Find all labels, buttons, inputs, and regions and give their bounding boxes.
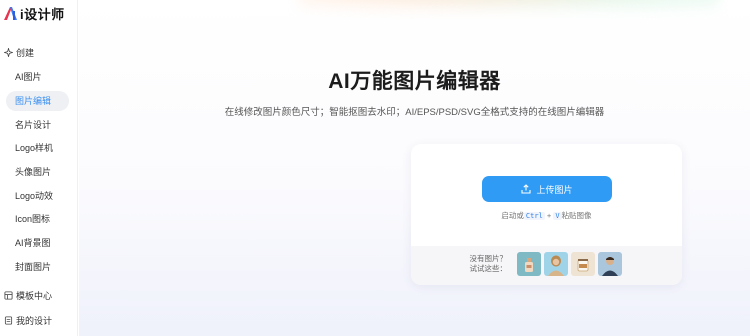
sample-image-woman bbox=[544, 252, 568, 276]
page-subtitle: 在线修改图片颜色尺寸；智能抠图去水印；AI/EPS/PSD/SVG全格式支持的在… bbox=[224, 107, 605, 118]
sample-image-man bbox=[598, 252, 622, 276]
paste-hint-prefix: 启动或 bbox=[501, 211, 524, 220]
sample-thumbnail-perfume[interactable] bbox=[517, 252, 541, 276]
create-section-header[interactable]: 创建 bbox=[4, 44, 34, 60]
logo[interactable]: i设计师 bbox=[3, 4, 65, 22]
my-designs-label: 我的设计 bbox=[16, 315, 53, 326]
sidebar-item-image-edit[interactable]: 图片编辑 bbox=[6, 91, 69, 111]
template-center-label: 模板中心 bbox=[16, 290, 53, 301]
sidebar-item-business-card[interactable]: 名片设计 bbox=[6, 115, 69, 135]
page-title: AI万能图片编辑器 bbox=[328, 70, 501, 93]
sidebar-item-avatar[interactable]: 头像图片 bbox=[6, 162, 69, 182]
samples-label-line2: 试试这些： bbox=[469, 264, 508, 273]
samples-label-line1: 没有图片？ bbox=[469, 254, 508, 263]
template-center-link[interactable]: 模板中心 bbox=[4, 287, 52, 303]
sidebar: i设计师 创建 AI图片 图片编辑 名片设计 Logo样机 头像图片 Logo动… bbox=[0, 0, 78, 336]
samples-label: 没有图片？ 试试这些： bbox=[449, 254, 508, 274]
sidebar-item-logo-mockup[interactable]: Logo样机 bbox=[6, 138, 69, 158]
sample-thumbnail-candle[interactable] bbox=[571, 252, 595, 276]
sidebar-item-logo-animation[interactable]: Logo动效 bbox=[6, 186, 69, 206]
sidebar-item-icon[interactable]: Icon图标 bbox=[6, 209, 69, 229]
upload-card: 上传图片 启动或 Ctrl + V 粘贴图像 没有图片？ 试试这些： bbox=[411, 144, 682, 285]
sample-thumbnail-man[interactable] bbox=[598, 252, 622, 276]
decorative-glow bbox=[299, 0, 719, 20]
paste-hint-suffix: 粘贴图像 bbox=[561, 211, 592, 220]
template-icon bbox=[4, 290, 13, 300]
brand-name: i设计师 bbox=[20, 6, 65, 22]
ctrl-key: Ctrl bbox=[523, 212, 545, 220]
sample-image-perfume bbox=[517, 252, 541, 276]
upload-icon bbox=[521, 184, 532, 194]
sample-thumbnail-woman[interactable] bbox=[544, 252, 568, 276]
sidebar-item-ai-image[interactable]: AI图片 bbox=[6, 67, 69, 87]
create-section-label: 创建 bbox=[16, 47, 35, 58]
my-designs-link[interactable]: 我的设计 bbox=[4, 312, 52, 328]
my-design-icon bbox=[4, 315, 13, 325]
brand-logo-icon bbox=[4, 7, 17, 20]
paste-hint: 启动或 Ctrl + V 粘贴图像 bbox=[411, 210, 682, 221]
sample-images-bar: 没有图片？ 试试这些： bbox=[411, 246, 682, 285]
upload-image-label: 上传图片 bbox=[536, 184, 573, 195]
v-key: V bbox=[553, 212, 562, 220]
upload-image-button[interactable]: 上传图片 bbox=[482, 176, 612, 202]
sidebar-item-ai-background[interactable]: AI背景图 bbox=[6, 233, 69, 253]
sample-image-candle bbox=[571, 252, 595, 276]
sidebar-item-cover[interactable]: 封面图片 bbox=[6, 257, 69, 277]
create-icon bbox=[4, 47, 13, 57]
main-content: AI万能图片编辑器 在线修改图片颜色尺寸；智能抠图去水印；AI/EPS/PSD/… bbox=[79, 0, 750, 336]
